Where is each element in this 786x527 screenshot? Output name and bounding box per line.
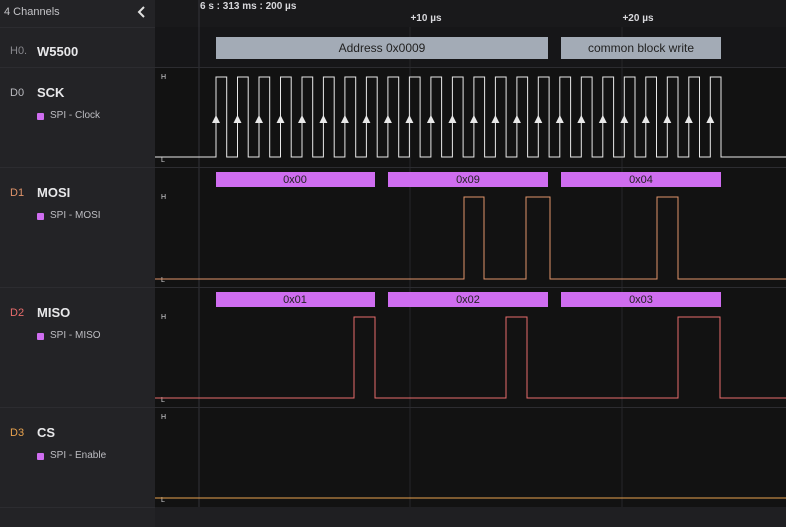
level-high-marker: H bbox=[161, 194, 166, 201]
channel-row-d1[interactable]: D1 MOSI SPI - MOSI bbox=[0, 168, 155, 288]
waveform-footer bbox=[155, 507, 786, 527]
analyzer-color-swatch bbox=[37, 213, 44, 220]
channel-row-d0[interactable]: D0 SCK SPI - Clock bbox=[0, 68, 155, 168]
rising-edge-arrow-icon bbox=[534, 115, 543, 123]
rising-edge-arrow-icon bbox=[641, 115, 650, 123]
level-low-marker: L bbox=[161, 277, 165, 284]
analyzer-label[interactable]: SPI - Clock bbox=[50, 110, 100, 121]
analyzer-label[interactable]: SPI - Enable bbox=[50, 450, 106, 461]
channel-name[interactable]: MISO bbox=[37, 305, 70, 320]
waveform-view[interactable]: 6 s : 313 ms : 200 µs +10 µs +20 µs Addr… bbox=[155, 0, 786, 527]
hla-frame-address-label: Address 0x0009 bbox=[339, 41, 426, 55]
miso-frame-2-label: 0x02 bbox=[456, 294, 480, 306]
timeline-tick-10us: +10 µs bbox=[410, 13, 442, 24]
sck-waveform[interactable] bbox=[155, 76, 786, 158]
rising-edge-arrow-icon bbox=[405, 115, 414, 123]
channel-id: D0 bbox=[10, 87, 25, 99]
sidebar-header: 4 Channels bbox=[0, 0, 155, 28]
rising-edge-arrow-icon bbox=[491, 115, 500, 123]
mosi-frame-2-label: 0x09 bbox=[456, 174, 480, 186]
channel-name[interactable]: W5500 bbox=[37, 44, 78, 59]
hla-frame-write-label: common block write bbox=[588, 41, 694, 55]
rising-edge-arrow-icon bbox=[362, 115, 371, 123]
channel-count: 4 Channels bbox=[4, 6, 60, 18]
rising-edge-arrow-icon bbox=[319, 115, 328, 123]
channel-row-h0[interactable]: H0. W5500 bbox=[0, 27, 155, 68]
channel-id: D1 bbox=[10, 187, 25, 199]
rising-edge-arrow-icon bbox=[383, 115, 392, 123]
timeline-tick-20us: +20 µs bbox=[622, 13, 654, 24]
rising-edge-arrow-icon bbox=[512, 115, 521, 123]
rising-edge-arrow-icon bbox=[555, 115, 564, 123]
rising-edge-arrow-icon bbox=[340, 115, 349, 123]
rising-edge-arrow-icon bbox=[276, 115, 285, 123]
mosi-waveform[interactable] bbox=[155, 196, 786, 280]
timeline-origin-label: 6 s : 313 ms : 200 µs bbox=[200, 1, 297, 12]
channel-id: D2 bbox=[10, 307, 25, 319]
miso-frame-1-label: 0x01 bbox=[283, 294, 307, 306]
rising-edge-arrow-icon bbox=[255, 115, 263, 123]
channel-id: D3 bbox=[10, 427, 25, 439]
rising-edge-arrow-icon bbox=[426, 115, 435, 123]
rising-edge-arrow-icon bbox=[684, 115, 693, 123]
level-high-marker: H bbox=[161, 74, 166, 81]
analyzer-color-swatch bbox=[37, 113, 44, 120]
channel-row-d2[interactable]: D2 MISO SPI - MISO bbox=[0, 288, 155, 408]
channel-id: H0. bbox=[10, 45, 28, 57]
rising-edge-arrow-icon bbox=[448, 115, 457, 123]
level-high-marker: H bbox=[161, 314, 166, 321]
mosi-frame-3-label: 0x04 bbox=[629, 174, 653, 186]
rising-edge-arrow-icon bbox=[577, 115, 586, 123]
analyzer-color-swatch bbox=[37, 453, 44, 460]
rising-edge-arrow-icon bbox=[233, 115, 242, 123]
analyzer-color-swatch bbox=[37, 333, 44, 340]
channel-name[interactable]: SCK bbox=[37, 85, 64, 100]
level-low-marker: L bbox=[161, 157, 165, 164]
channel-row-d3[interactable]: D3 CS SPI - Enable bbox=[0, 408, 155, 508]
chevron-left-icon[interactable] bbox=[134, 4, 150, 20]
rising-edge-arrow-icon bbox=[298, 115, 306, 123]
mosi-frame-1-label: 0x00 bbox=[283, 174, 307, 186]
rising-edge-arrow-icon bbox=[706, 115, 715, 123]
channel-name[interactable]: MOSI bbox=[37, 185, 70, 200]
level-high-marker: H bbox=[161, 414, 166, 421]
rising-edge-arrow-icon bbox=[212, 115, 220, 123]
miso-frame-3-label: 0x03 bbox=[629, 294, 653, 306]
analyzer-label[interactable]: SPI - MOSI bbox=[50, 210, 101, 221]
channel-name[interactable]: CS bbox=[37, 425, 55, 440]
analyzer-label[interactable]: SPI - MISO bbox=[50, 330, 101, 341]
rising-edge-arrow-icon bbox=[469, 115, 478, 123]
rising-edge-arrow-icon bbox=[598, 115, 607, 123]
miso-waveform[interactable] bbox=[155, 316, 786, 399]
rising-edge-arrow-icon bbox=[663, 115, 672, 123]
channel-sidebar: 4 Channels H0. W5500 D0 SCK SPI - Clock … bbox=[0, 0, 155, 527]
